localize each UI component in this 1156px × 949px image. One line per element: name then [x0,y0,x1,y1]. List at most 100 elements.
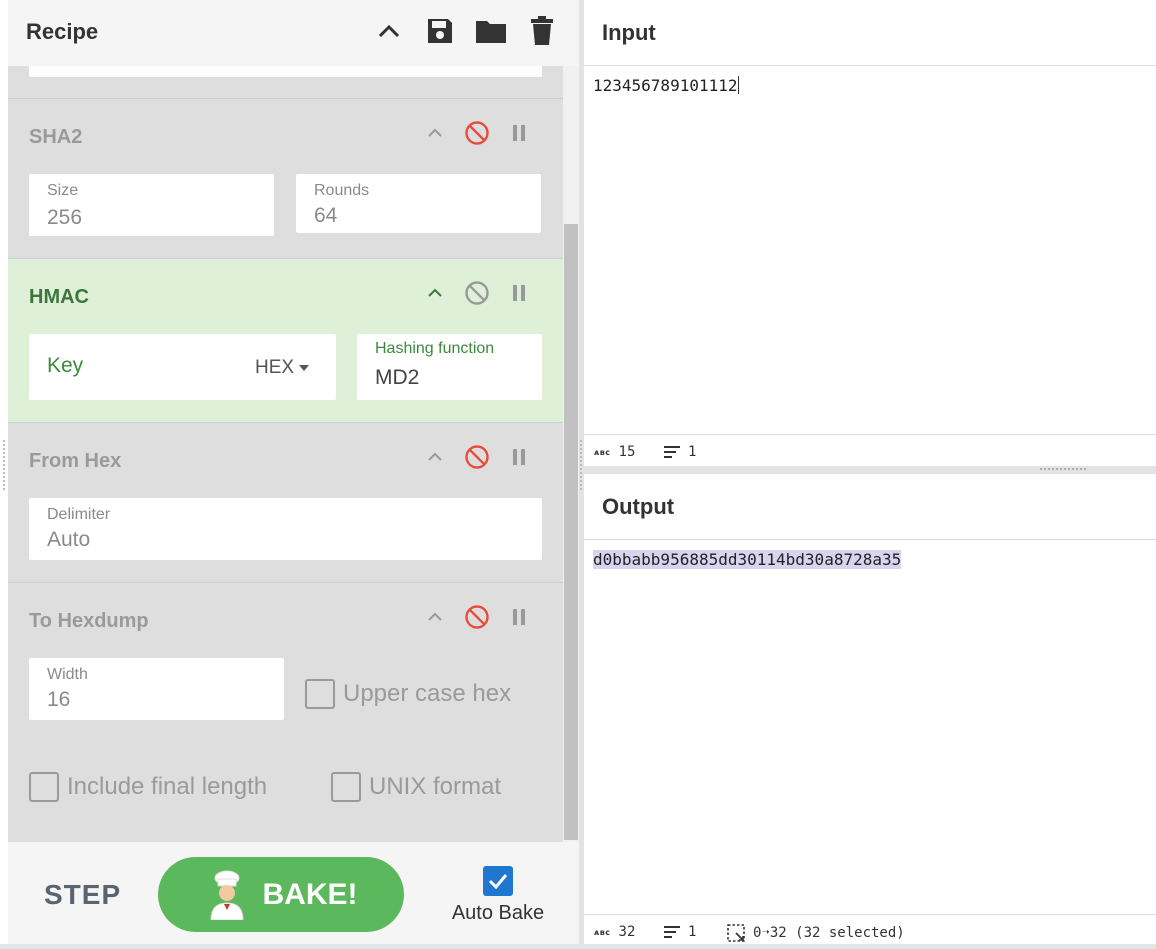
width-field[interactable]: Width 16 [29,658,284,720]
disable-icon[interactable] [463,119,491,147]
bottom-border [0,944,1156,949]
input-lines-stat: 1 [664,444,696,460]
field-label: Width [47,666,88,683]
hashing-function-field[interactable]: Hashing function MD2 [357,334,542,400]
field-value: 64 [314,204,338,227]
abc-icon: ᴀʙᴄ [594,447,611,457]
operation-name: From Hex [29,450,122,472]
bake-controls: STEP BAKE! Auto Bake [8,842,579,949]
output-status-bar: ᴀʙᴄ 32 1 0➝32 (32 selected) [584,914,1156,948]
recipe-header: Recipe [8,0,579,66]
input-header: Input [584,0,1156,66]
lines-icon [664,926,680,938]
operation-from-hex[interactable]: From Hex Delimiter Auto [8,422,563,582]
recipe-title: Recipe [26,19,99,44]
scrollbar-thumb[interactable] [564,224,578,840]
key-label: Key [47,354,84,377]
operation-name: SHA2 [29,126,83,148]
pause-icon[interactable] [505,443,533,471]
disable-icon[interactable] [463,443,491,471]
output-lines: 1 [688,924,697,940]
output-header: Output [584,474,1156,540]
chef-icon [205,870,249,920]
key-format-dropdown[interactable]: HEX [255,357,310,379]
disable-icon[interactable] [463,603,491,631]
field-label: Hashing function [375,340,495,357]
input-status-bar: ᴀʙᴄ 15 1 [584,434,1156,468]
size-field[interactable]: Size 256 [29,174,274,236]
delimiter-field[interactable]: Delimiter Auto [29,498,542,560]
resize-handle-left[interactable] [3,440,6,490]
output-pane: Output d0bbabb956885dd30114bd30a8728a35 … [584,474,1156,948]
pause-icon[interactable] [505,603,533,631]
input-title: Input [602,20,656,45]
text-cursor [737,76,739,94]
checkbox-label: Include final length [67,773,268,800]
operation-name: HMAC [29,286,89,308]
checkbox-box[interactable] [305,679,335,709]
output-length: 32 [618,924,636,940]
chevron-up-icon[interactable] [421,603,449,631]
input-length-stat: ᴀʙᴄ 15 [594,444,635,460]
field-value: 16 [47,688,71,711]
checkbox-box[interactable] [29,772,59,802]
bake-button[interactable]: BAKE! [158,857,404,932]
upper-case-hex-checkbox[interactable]: Upper case hex [305,679,511,709]
field-label: Size [47,182,79,199]
bake-label: BAKE! [262,877,358,911]
field-value: MD2 [375,366,420,389]
input-pane: Input 123456789101112 ᴀʙᴄ 15 1 [584,0,1156,468]
key-field[interactable]: Key HEX [29,334,336,400]
field-value: 256 [47,206,83,229]
field-value: Auto [47,528,91,551]
step-button[interactable]: STEP [44,879,121,911]
field-label: Rounds [314,182,370,199]
input-length: 15 [618,444,636,460]
disable-icon[interactable] [463,279,491,307]
chevron-up-icon[interactable] [421,279,449,307]
caret-down-icon [299,365,310,371]
checkbox-box[interactable] [331,772,361,802]
output-selection: 0➝32 (32 selected) [753,925,905,941]
operation-sha2[interactable]: SHA2 Size 256 Rounds 64 [8,98,563,258]
pane-divider-horizontal[interactable] [584,466,1156,474]
output-text: d0bbabb956885dd30114bd30a8728a35 [593,550,902,569]
checkbox-label: Upper case hex [343,680,512,707]
field-label: Delimiter [47,506,111,523]
include-final-length-checkbox[interactable]: Include final length [29,772,267,802]
checkmark-icon [488,874,508,889]
auto-bake-toggle[interactable]: Auto Bake [448,866,548,925]
chevron-up-icon[interactable] [421,443,449,471]
output-title: Output [602,494,675,519]
lines-icon [664,446,680,458]
recipe-pane: Recipe SHA2 Size 256 Rounds 64 HMAC Key … [8,0,579,949]
auto-bake-label: Auto Bake [451,902,545,924]
resize-grip[interactable] [1040,468,1086,471]
auto-bake-checkbox[interactable] [483,866,513,896]
folder-icon[interactable] [474,14,508,48]
output-selection-stat: 0➝32 (32 selected) [727,924,905,942]
pause-icon[interactable] [505,119,533,147]
chevron-up-icon[interactable] [421,119,449,147]
recipe-operation-list: SHA2 Size 256 Rounds 64 HMAC Key HEX Has… [8,66,563,842]
unix-format-checkbox[interactable]: UNIX format [331,772,501,802]
rounds-field[interactable]: Rounds 64 [296,174,541,233]
operation-to-hexdump[interactable]: To Hexdump Width 16 Upper case hex Inclu… [8,582,563,842]
checkbox-label: UNIX format [369,773,502,800]
key-format-value: HEX [255,357,295,378]
operation-hmac[interactable]: HMAC Key HEX Hashing function MD2 [8,258,563,422]
partial-field [29,66,542,77]
input-textarea[interactable]: 123456789101112 [593,76,739,95]
recipe-scrollbar[interactable] [563,66,579,842]
output-textarea[interactable]: d0bbabb956885dd30114bd30a8728a35 [593,550,902,569]
output-lines-stat: 1 [664,924,696,940]
save-icon[interactable] [423,14,457,48]
resize-handle[interactable] [580,440,583,490]
operation-name: To Hexdump [29,610,149,632]
output-length-stat: ᴀʙᴄ 32 [594,924,635,940]
selection-icon [727,924,745,942]
chevron-up-icon[interactable] [372,14,406,48]
input-text: 123456789101112 [593,76,738,95]
pause-icon[interactable] [505,279,533,307]
trash-icon[interactable] [525,14,559,48]
